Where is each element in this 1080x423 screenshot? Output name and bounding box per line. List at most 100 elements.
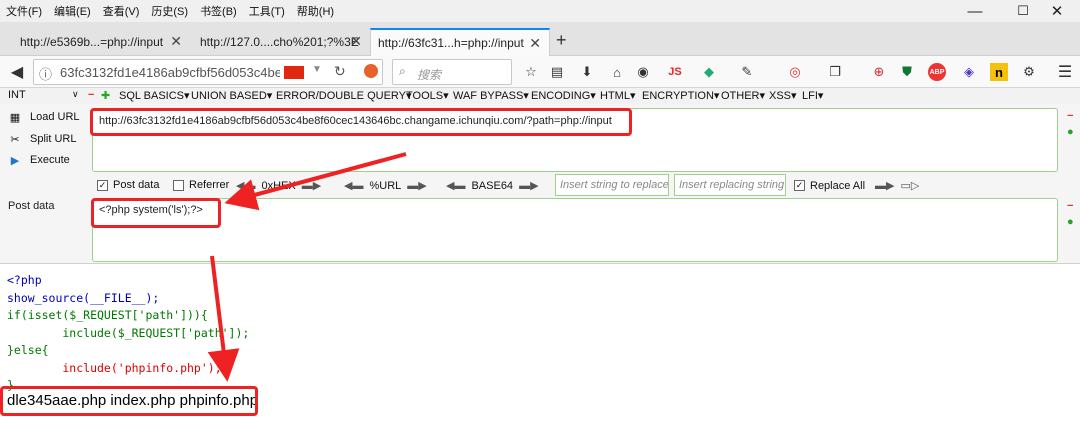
menu-xss[interactable]: XSS▾ [769,89,797,102]
menu-lfi[interactable]: LFI▾ [802,89,823,102]
code-line: <?php [7,273,42,287]
menu-encryption[interactable]: ENCRYPTION▾ [642,89,719,102]
url-encode-control[interactable]: ◀▬ %URL ▬▶ [344,179,427,193]
menu-other[interactable]: OTHER▾ [721,89,765,102]
menu-union-based[interactable]: UNION BASED▾ [191,89,272,102]
post-data-checkbox-label: Post data [113,179,160,191]
right-arrow-icon[interactable]: ▬▶ [519,179,538,192]
color-picker-icon[interactable]: ◆ [700,63,718,81]
china-flag-icon [284,66,304,79]
close-tab-icon[interactable]: ✕ [529,35,541,52]
tab-2[interactable]: http://127.0....cho%201;?%3E ✕ [180,28,370,56]
menu-bar: 文件(F) 编辑(E) 查看(V) 历史(S) 书签(B) 工具(T) 帮助(H… [0,0,1080,22]
back-arrow-icon[interactable]: ◀ [8,63,26,81]
reload-icon[interactable]: ↻ [334,63,346,80]
download-icon[interactable]: ⬇ [578,63,596,81]
replace-find-input[interactable]: Insert string to replace [555,174,669,196]
menu-tools[interactable]: 工具(T) [243,3,291,19]
home-icon[interactable]: ⌂ [608,63,626,81]
menu-encoding[interactable]: ENCODING▾ [531,89,596,102]
replace-arrow-icon[interactable]: ▭▷ [901,179,920,192]
code-line: include($_REQUEST['path']); [7,325,250,340]
base64-control[interactable]: ◀▬ BASE64 ▬▶ [446,179,539,193]
split-url-button[interactable]: ✂ Split URL [8,132,76,146]
right-arrow-icon[interactable]: ▬▶ [875,179,894,192]
checkbox-checked[interactable]: ✓ [794,180,805,191]
replace-with-input[interactable]: Insert replacing string [674,174,786,196]
globe-icon[interactable]: ◉ [634,63,652,81]
checkbox-unchecked[interactable] [173,179,184,191]
info-icon[interactable]: ⓘ [39,64,52,83]
palette-icon[interactable]: ✎ [738,63,756,81]
load-url-button[interactable]: ▦ Load URL [8,110,80,124]
minus-icon[interactable]: − [88,89,94,101]
left-arrow-icon[interactable]: ◀▬ [344,179,363,192]
plus-icon[interactable]: ✚ [101,89,110,102]
execute-button[interactable]: ▶ Execute [8,153,70,167]
referrer-checkbox-label: Referrer [189,179,230,191]
extension-icon[interactable] [364,64,378,78]
close-window-button[interactable]: ✕ [1034,0,1080,22]
post-minus-icon[interactable]: − [1067,200,1073,212]
referrer-checkbox[interactable]: Referrer [173,179,229,191]
reader-list-icon[interactable]: ▤ [548,63,566,81]
menu-bookmarks[interactable]: 书签(B) [194,3,243,19]
post-data-textarea[interactable]: <?php system('ls');?> [92,198,1058,262]
right-arrow-icon[interactable]: ▬▶ [407,179,426,192]
chevron-down-icon[interactable]: ∨ [72,89,79,100]
url-bar[interactable]: ⓘ 63fc3132fd1e4186ab9cfbf56d053c4be8 ▼ ↻ [33,59,383,85]
code-line: if(isset($_REQUEST['path'])){ [7,308,208,322]
menu-waf-bypass[interactable]: WAF BYPASS▾ [453,89,529,102]
left-arrow-icon[interactable]: ◀▬ [236,179,255,192]
zoom-icon[interactable]: ⊕ [870,63,888,81]
hex-encode-control[interactable]: ◀▬ 0xHEX ▬▶ [236,179,321,193]
js-toggle-icon[interactable]: JS [666,63,684,81]
n-extension-icon[interactable]: n [990,63,1008,81]
urlenc-label: %URL [369,179,402,192]
menu-help[interactable]: 帮助(H) [291,3,340,19]
menu-view[interactable]: 查看(V) [97,3,146,19]
hacker-icon[interactable]: ◎ [786,63,804,81]
checkbox-checked[interactable]: ✓ [97,179,108,191]
layers-icon[interactable]: ◈ [960,63,978,81]
tab-label: http://e5369b...=php://input [20,35,164,49]
dropdown-icon[interactable]: ▼ [312,64,322,75]
post-plus-icon[interactable]: ● [1067,216,1074,228]
hamburger-menu-icon[interactable]: ☰ [1056,63,1074,81]
menu-html[interactable]: HTML▾ [600,89,635,102]
execute-play-icon: ▶ [10,154,20,167]
settings-gear-icon[interactable]: ⚙ [1020,63,1038,81]
url-plus-icon[interactable]: ● [1067,126,1074,138]
int-select[interactable]: INT [8,89,26,101]
menu-history[interactable]: 历史(S) [145,3,194,19]
split-url-icon: ✂ [10,133,20,146]
tab-label: http://127.0....cho%201;?%3E [200,35,359,49]
shield-icon[interactable]: ⛊ [898,63,916,81]
post-data-checkbox[interactable]: ✓ Post data [97,179,159,191]
menu-edit[interactable]: 编辑(E) [48,3,97,19]
page-icon[interactable]: ❐ [826,63,844,81]
menu-sql-basics[interactable]: SQL BASICS▾ [119,89,190,102]
left-arrow-icon[interactable]: ◀▬ [446,179,465,192]
url-highlight-box [90,108,632,136]
hackbar-toolbar: INT ∨ − ✚ SQL BASICS▾ UNION BASED▾ ERROR… [0,88,1080,104]
menu-tools-hb[interactable]: TOOLS▾ [406,89,449,102]
right-arrow-icon[interactable]: ▬▶ [302,179,321,192]
url-minus-icon[interactable]: − [1067,110,1073,122]
execute-label: Execute [30,154,70,166]
search-box[interactable]: ⌕ 搜索 [392,59,512,85]
search-placeholder: 搜索 [417,68,442,82]
hex-label: 0xHEX [261,179,296,192]
tab-1[interactable]: http://e5369b...=php://input ✕ [0,28,190,56]
tab-3-active[interactable]: http://63fc31...h=php://input ✕ [370,28,550,56]
menu-error-double-query[interactable]: ERROR/DOUBLE QUERY▾ [276,89,412,102]
close-tab-icon[interactable]: ✕ [350,33,362,50]
replace-all-checkbox[interactable]: ✓ Replace All ▬▶ ▭▷ [794,179,919,192]
bookmark-star-icon[interactable]: ☆ [522,63,540,81]
minimize-button[interactable]: — [952,0,998,22]
menu-file[interactable]: 文件(F) [0,3,48,19]
navigation-bar: ◀ ⓘ 63fc3132fd1e4186ab9cfbf56d053c4be8 ▼… [0,56,1080,88]
tab-label: http://63fc31...h=php://input [378,36,524,50]
adblock-icon[interactable]: ABP [928,63,946,81]
new-tab-button[interactable]: + [556,30,567,51]
